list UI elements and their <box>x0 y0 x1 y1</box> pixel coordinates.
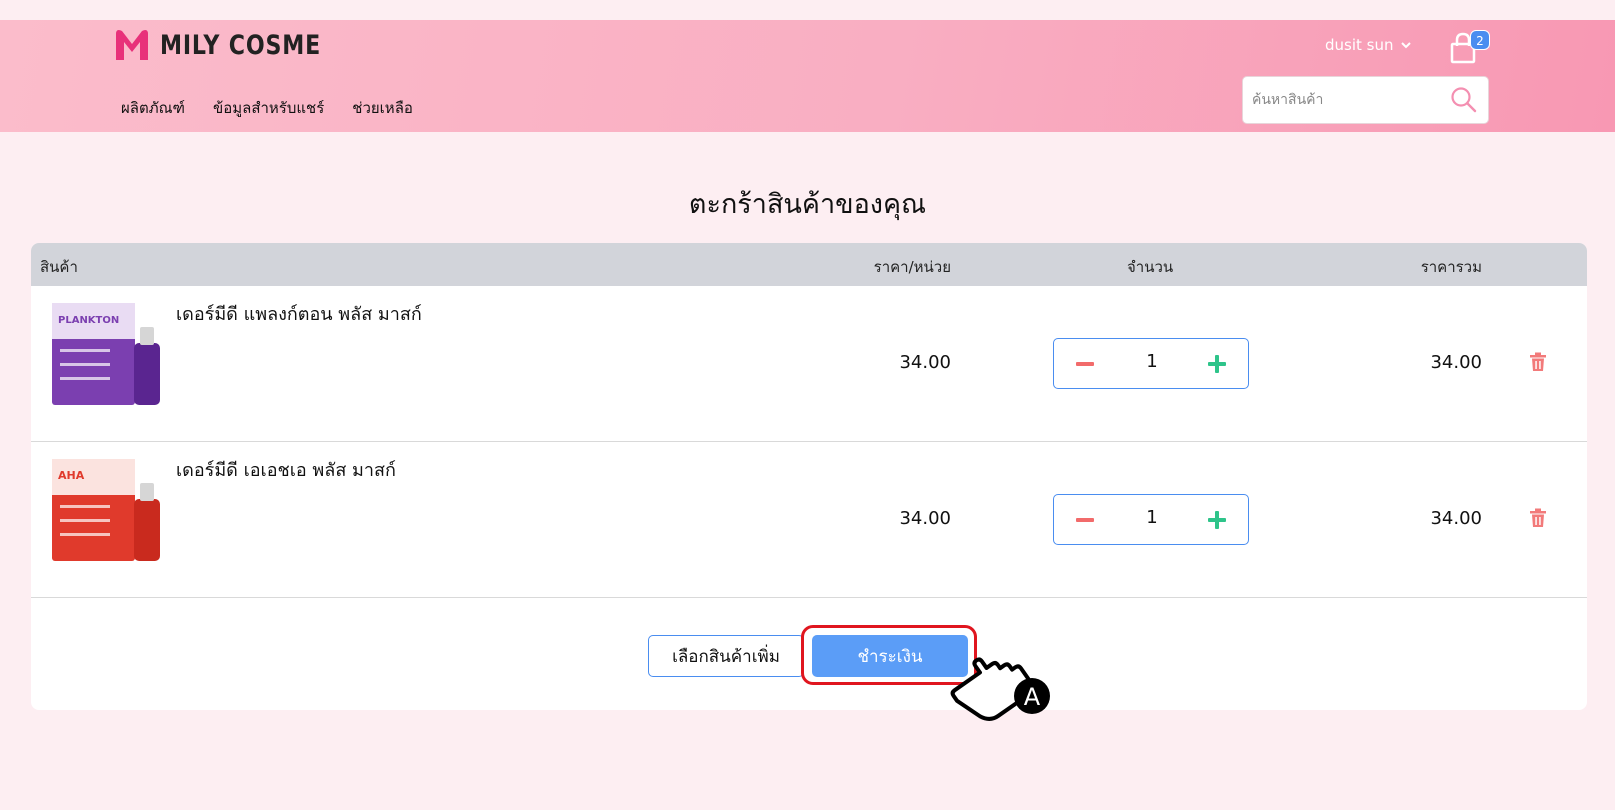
search-icon[interactable] <box>1450 86 1478 114</box>
quantity-value[interactable]: 1 <box>1114 351 1190 372</box>
nav-item-products[interactable]: ผลิตภัณฑ์ <box>121 96 185 120</box>
line-total: 34.00 <box>1430 508 1482 529</box>
checkout-button[interactable]: ชำระเงิน <box>812 635 968 677</box>
thumb-label: PLANKTON <box>58 315 119 326</box>
continue-shopping-button[interactable]: เลือกสินค้าเพิ่ม <box>648 635 804 677</box>
site-header: MILY COSME ผลิตภัณฑ์ ข้อมูลสำหรับแชร์ ช่… <box>0 20 1615 132</box>
thumb-label: AHA <box>58 469 85 482</box>
product-thumbnail[interactable]: PLANKTON <box>52 303 165 409</box>
table-header: สินค้า ราคา/หน่วย จำนวน ราคารวม <box>31 243 1587 286</box>
cart-count-badge: 2 <box>1470 30 1490 50</box>
user-menu[interactable]: dusit sun <box>1325 36 1412 54</box>
main-nav: ผลิตภัณฑ์ ข้อมูลสำหรับแชร์ ช่วยเหลือ <box>121 96 413 120</box>
table-row: PLANKTON เดอร์มีดี แพลงก์ตอน พลัส มาสก์ … <box>31 286 1587 442</box>
product-name[interactable]: เดอร์มีดี เอเอชเอ พลัส มาสก์ <box>176 455 396 484</box>
header-quantity: จำนวน <box>1127 258 1174 276</box>
product-thumbnail[interactable]: AHA <box>52 459 165 565</box>
plus-icon[interactable] <box>1204 507 1230 533</box>
header-product: สินค้า <box>40 258 78 276</box>
cart-table: สินค้า ราคา/หน่วย จำนวน ราคารวม PLANKTON… <box>31 243 1587 710</box>
nav-item-help[interactable]: ช่วยเหลือ <box>352 96 413 120</box>
user-name: dusit sun <box>1325 36 1394 54</box>
unit-price: 34.00 <box>899 508 951 529</box>
search-input[interactable] <box>1243 77 1443 123</box>
unit-price: 34.00 <box>899 352 951 373</box>
plus-icon[interactable] <box>1204 351 1230 377</box>
quantity-value[interactable]: 1 <box>1114 507 1190 528</box>
pointer-hand-icon: A <box>950 657 1050 721</box>
chevron-down-icon <box>1400 42 1411 49</box>
nav-item-share-info[interactable]: ข้อมูลสำหรับแชร์ <box>213 96 324 120</box>
logo-text: MILY COSME <box>160 29 322 61</box>
quantity-stepper: 1 <box>1053 494 1249 545</box>
header-unit-price: ราคา/หน่วย <box>873 258 951 276</box>
trash-icon[interactable] <box>1529 508 1547 528</box>
annotation-marker: A <box>1024 683 1041 711</box>
search-box <box>1242 76 1489 124</box>
site-logo[interactable]: MILY COSME <box>114 28 356 62</box>
minus-icon[interactable] <box>1072 507 1098 533</box>
logo-m-icon <box>116 30 148 60</box>
table-row: AHA เดอร์มีดี เอเอชเอ พลัส มาสก์ 34.00 1… <box>31 442 1587 598</box>
trash-icon[interactable] <box>1529 352 1547 372</box>
line-total: 34.00 <box>1430 352 1482 373</box>
quantity-stepper: 1 <box>1053 338 1249 389</box>
header-total: ราคารวม <box>1420 258 1482 276</box>
page-title: ตะกร้าสินค้าของคุณ <box>688 189 927 220</box>
cart-button[interactable]: 2 <box>1448 28 1490 68</box>
product-name[interactable]: เดอร์มีดี แพลงก์ตอน พลัส มาสก์ <box>176 299 422 328</box>
minus-icon[interactable] <box>1072 351 1098 377</box>
